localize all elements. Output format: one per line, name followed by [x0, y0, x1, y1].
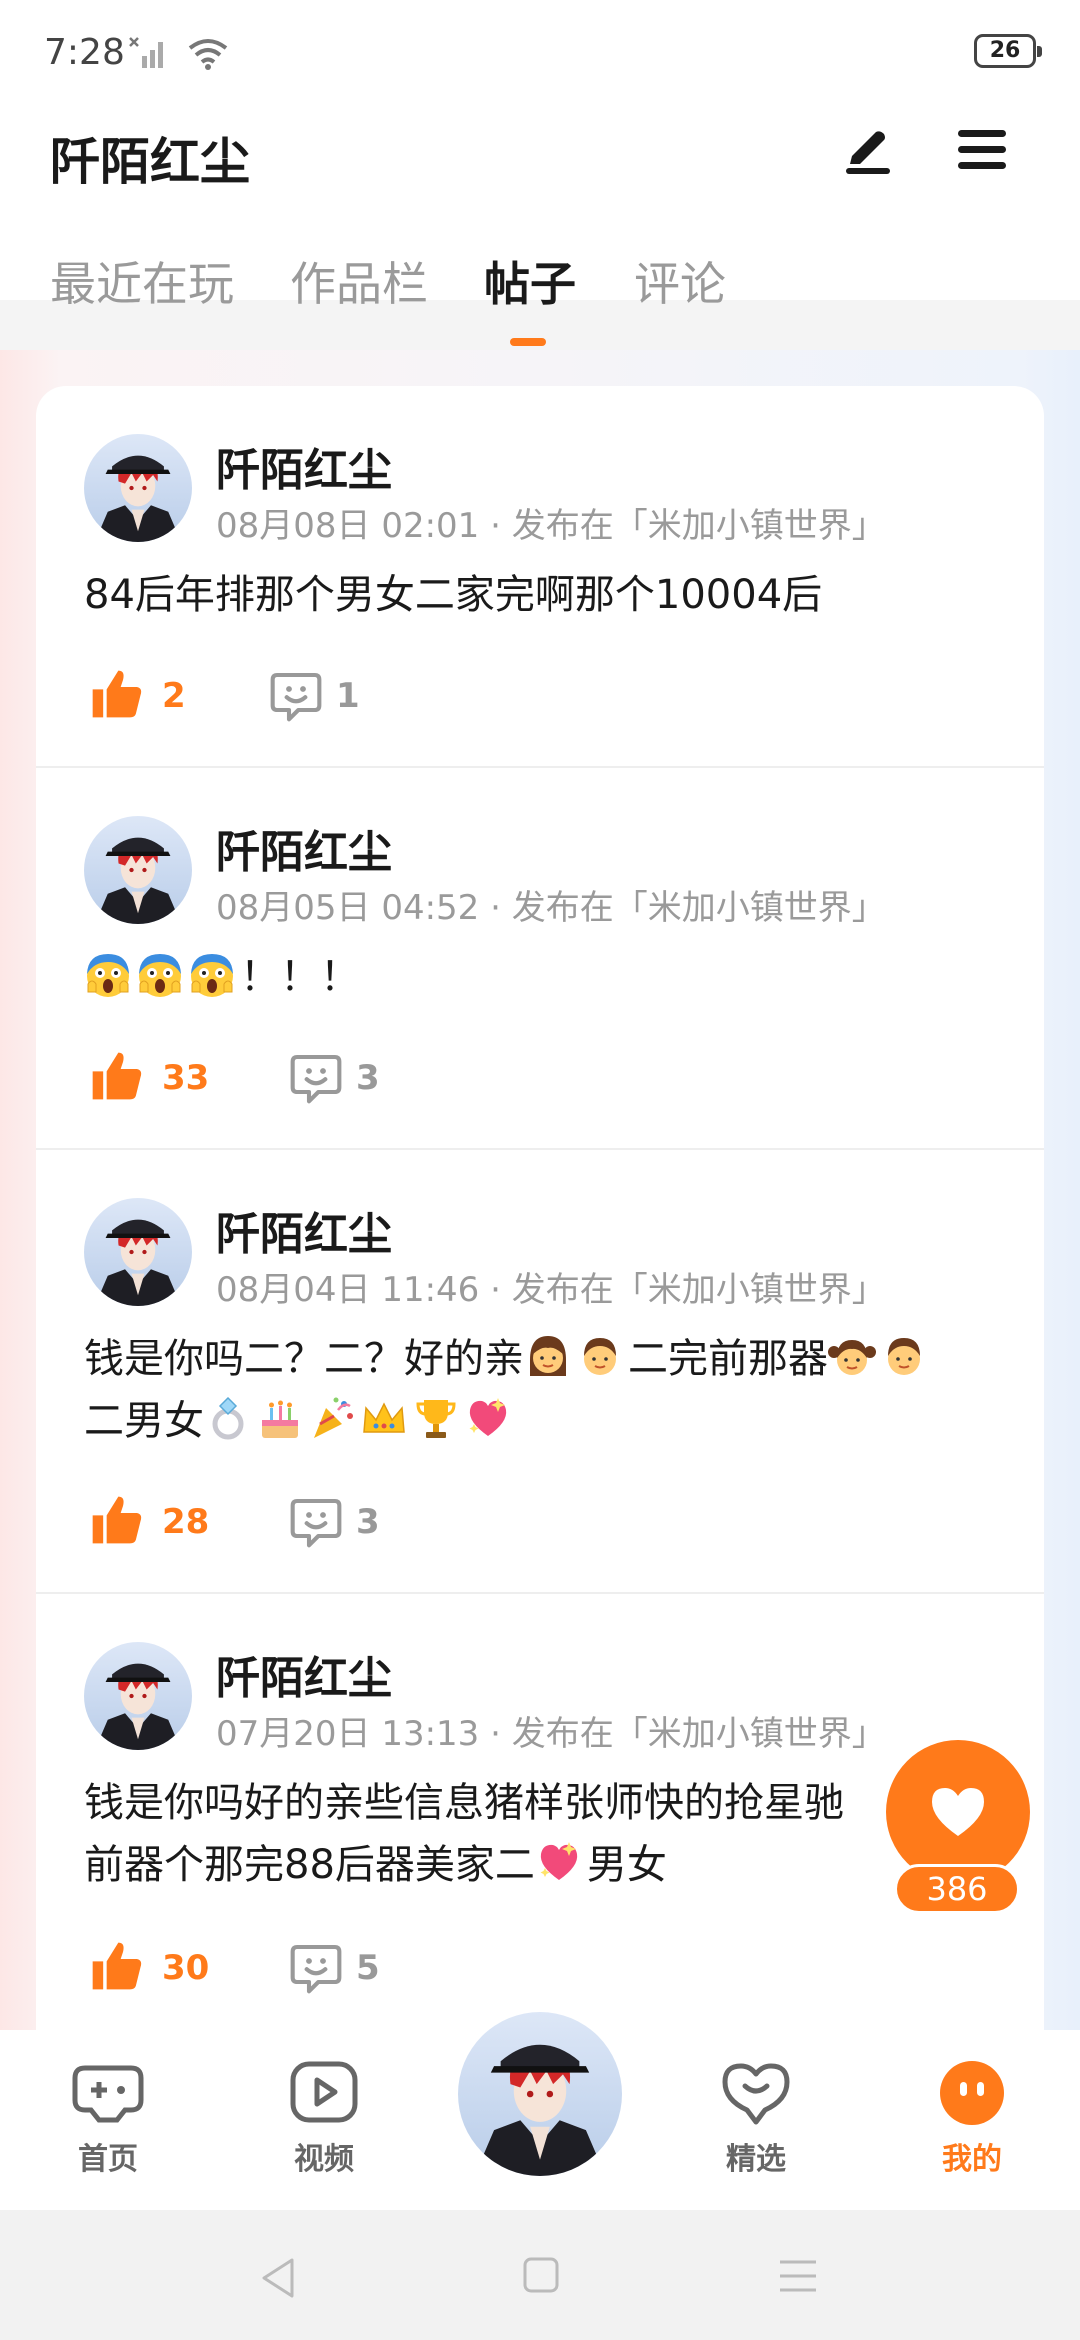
trophy-emoji — [412, 1394, 460, 1442]
edit-icon[interactable] — [838, 118, 898, 178]
post-text-part: 前器个那完88后器美家二 — [84, 1842, 535, 1888]
video-play-icon — [290, 2061, 358, 2123]
post-author[interactable]: 阡陌红尘 — [216, 816, 392, 880]
home-icon[interactable] — [522, 2256, 560, 2294]
tab-recently-played[interactable]: 最近在玩 — [50, 248, 234, 314]
nav-label-mine: 我的 — [942, 2142, 1002, 2177]
active-tab-indicator — [510, 338, 546, 346]
recents-icon[interactable] — [778, 2258, 818, 2294]
thumbs-up-icon[interactable] — [88, 1492, 144, 1548]
post-text: 84后年排那个男女二家完啊那个10004后 — [84, 572, 823, 618]
face-screaming-emoji — [136, 950, 184, 998]
post-text-content: ！！！ — [240, 954, 360, 1000]
menu-icon[interactable] — [956, 126, 1008, 174]
post-text-part: 钱是你吗好的亲些信息猪样张师快的抢星驰 — [84, 1780, 844, 1826]
post-text-part: 钱是你吗二？二？好的亲 — [84, 1336, 524, 1382]
comment-icon[interactable] — [288, 1050, 344, 1106]
thumbs-up-icon[interactable] — [88, 1048, 144, 1104]
face-screaming-emoji — [188, 950, 236, 998]
post-meta: 08月05日 04:52 · 发布在「米加小镇世界」 — [216, 888, 886, 928]
status-time: 7:28 — [44, 32, 125, 73]
post-author[interactable]: 阡陌红尘 — [216, 434, 392, 498]
comment-count: 5 — [356, 1948, 380, 1988]
sparkling-heart-emoji — [464, 1394, 512, 1442]
profile-header: 阡陌红尘 最近在玩 作品栏 帖子 评论 — [0, 100, 1080, 346]
comment-icon[interactable] — [268, 668, 324, 724]
post-meta: 07月20日 13:13 · 发布在「米加小镇世界」 — [216, 1714, 886, 1754]
page-title: 阡陌红尘 — [50, 133, 250, 191]
avatar[interactable] — [84, 1642, 192, 1750]
thumbs-up-icon[interactable] — [88, 666, 144, 722]
comment-icon[interactable] — [288, 1940, 344, 1996]
woman-emoji — [524, 1332, 572, 1380]
thumbs-up-icon[interactable] — [88, 1938, 144, 1994]
post-text: 钱是你吗好的亲些信息猪样张师快的抢星驰 前器个那完88后器美家二 男女 — [84, 1772, 984, 1896]
post-text: ！！！ — [84, 946, 984, 1008]
girl-emoji — [828, 1332, 876, 1380]
comment-icon[interactable] — [288, 1494, 344, 1550]
post-text: 钱是你吗二？二？好的亲 二完前那器 二男女 — [84, 1328, 984, 1452]
post-card[interactable]: 阡陌红尘 08月05日 04:52 · 发布在「米加小镇世界」 ！！！ 33 3 — [36, 768, 1044, 1150]
post-meta: 08月08日 02:01 · 发布在「米加小镇世界」 — [216, 506, 886, 546]
like-total-count: 386 — [894, 1864, 1020, 1914]
nav-label-video: 视频 — [294, 2142, 354, 2177]
heart-chat-icon — [722, 2063, 790, 2125]
heart-icon — [932, 1788, 984, 1836]
comment-count: 1 — [336, 676, 360, 716]
post-text-part: 男女 — [586, 1842, 667, 1888]
wifi-icon — [188, 39, 228, 70]
face-screaming-emoji — [84, 950, 132, 998]
sparkling-heart-emoji — [535, 1838, 583, 1886]
party-popper-emoji — [308, 1394, 356, 1442]
like-count: 33 — [162, 1058, 210, 1098]
nav-featured[interactable]: 精选 — [686, 2060, 826, 2178]
system-nav-bar — [0, 2210, 1080, 2340]
post-card[interactable]: 阡陌红尘 08月08日 02:01 · 发布在「米加小镇世界」 84后年排那个男… — [36, 386, 1044, 768]
crown-emoji — [360, 1394, 408, 1442]
like-count: 30 — [162, 1948, 210, 1988]
avatar[interactable] — [84, 434, 192, 542]
nav-label-home: 首页 — [78, 2142, 138, 2177]
man-emoji — [576, 1332, 624, 1380]
like-count: 28 — [162, 1502, 210, 1542]
tab-works[interactable]: 作品栏 — [290, 248, 428, 314]
like-count: 2 — [162, 676, 186, 716]
battery-icon: 26 — [974, 34, 1042, 68]
post-card[interactable]: 阡陌红尘 08月04日 11:46 · 发布在「米加小镇世界」 钱是你吗二？二？… — [36, 1150, 1044, 1594]
nav-video[interactable]: 视频 — [254, 2060, 394, 2178]
face-icon — [940, 2061, 1004, 2125]
avatar[interactable] — [84, 1198, 192, 1306]
cake-emoji — [256, 1394, 304, 1442]
center-avatar-button[interactable] — [454, 2008, 626, 2180]
ring-emoji — [204, 1394, 252, 1442]
nav-mine[interactable]: 我的 — [902, 2060, 1042, 2178]
floating-like-button[interactable] — [886, 1740, 1030, 1884]
nav-home[interactable]: 首页 — [38, 2060, 178, 2178]
tab-posts[interactable]: 帖子 — [484, 248, 576, 314]
signal-icon — [129, 37, 163, 68]
avatar[interactable] — [84, 816, 192, 924]
gamepad-icon — [72, 2065, 144, 2123]
profile-tabs: 最近在玩 作品栏 帖子 评论 — [0, 248, 1080, 328]
post-author[interactable]: 阡陌红尘 — [216, 1198, 392, 1262]
comment-count: 3 — [356, 1502, 380, 1542]
post-text-part: 二完前那器 — [628, 1336, 828, 1382]
nav-label-featured: 精选 — [726, 2142, 786, 2177]
back-icon[interactable] — [258, 2256, 298, 2300]
post-meta: 08月04日 11:46 · 发布在「米加小镇世界」 — [216, 1270, 886, 1310]
status-bar: 7:28 26 — [0, 0, 1080, 100]
boy-emoji — [880, 1332, 928, 1380]
comment-count: 3 — [356, 1058, 380, 1098]
post-text-part: 二男女 — [84, 1398, 204, 1444]
post-author[interactable]: 阡陌红尘 — [216, 1642, 392, 1706]
tab-comments[interactable]: 评论 — [634, 248, 726, 314]
